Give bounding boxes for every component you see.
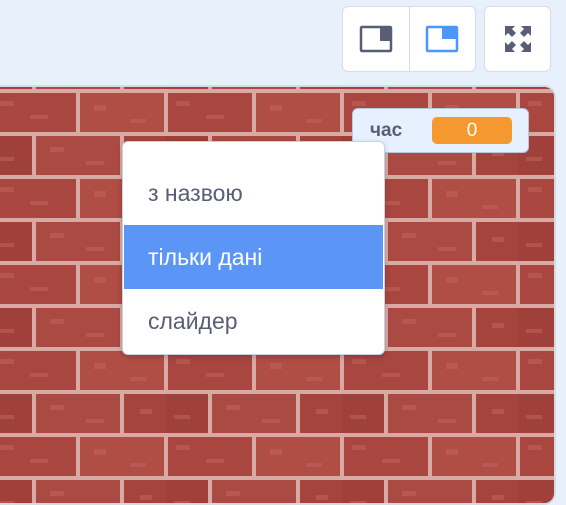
small-stage-button[interactable] (343, 7, 409, 71)
menu-item-normal-readout[interactable]: з назвою (123, 161, 384, 225)
normal-stage-button[interactable] (408, 7, 476, 71)
menu-item-large-readout[interactable]: тільки дані (124, 225, 383, 289)
monitor-label: час (370, 119, 403, 141)
stage-size-toggle (342, 6, 476, 72)
menu-item-slider[interactable]: слайдер (123, 289, 384, 353)
fullscreen-icon (504, 26, 531, 52)
monitor-value: 0 (432, 117, 512, 144)
monitor-context-menu: з назвою тільки дані слайдер (122, 141, 385, 355)
normal-stage-icon (426, 25, 459, 53)
fullscreen-button[interactable] (484, 6, 551, 72)
small-stage-icon (359, 25, 392, 53)
